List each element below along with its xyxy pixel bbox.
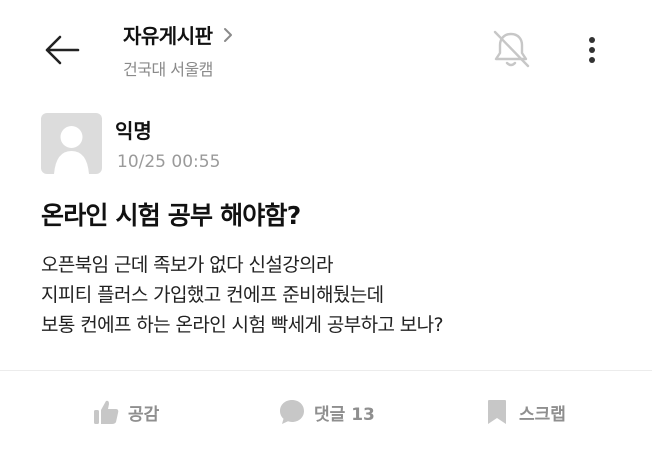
post-timestamp: 10/25 00:55 [117,152,221,172]
board-title: 자유게시판 [123,24,213,48]
like-label: 공감 [128,404,160,425]
top-bar: 자유게시판 건국대 서울캠 [0,0,652,100]
comment-button[interactable]: 댓글 13 [278,398,375,426]
more-options-button[interactable] [580,30,604,70]
action-bar: 공감 댓글 13 스크랩 [0,372,652,455]
post-body-line: 오픈북임 근데 족보가 없다 신설강의라 [41,254,333,276]
avatar [41,113,102,174]
scrap-label: 스크랩 [519,404,566,425]
post-body-line: 보통 컨에프 하는 온라인 시험 빡세게 공부하고 보나? [41,314,444,336]
comment-bubble-icon [280,400,304,424]
post-body-line: 지피티 플러스 가입했고 컨에프 준비해뒀는데 [41,284,384,306]
scrap-button[interactable]: 스크랩 [483,398,566,426]
chevron-right-icon [223,27,232,42]
post-title: 온라인 시험 공부 해야함? [41,201,301,230]
post-body: 오픈북임 근데 족보가 없다 신설강의라 지피티 플러스 가입했고 컨에프 준비… [41,250,444,340]
board-title-link[interactable]: 자유게시판 [123,20,235,49]
arrow-left-icon [45,35,80,65]
comment-label: 댓글 13 [314,404,375,425]
notification-toggle-button[interactable] [490,28,532,70]
anonymous-avatar-icon [54,126,89,174]
like-button[interactable]: 공감 [92,398,159,426]
author-name: 익명 [115,119,152,143]
more-vertical-icon [589,37,595,63]
back-button[interactable] [40,30,84,70]
bookmark-icon [488,400,506,424]
bell-off-icon [493,30,530,68]
divider [0,370,652,371]
thumbs-up-icon [94,400,119,424]
board-subtitle: 건국대 서울캠 [123,60,213,79]
